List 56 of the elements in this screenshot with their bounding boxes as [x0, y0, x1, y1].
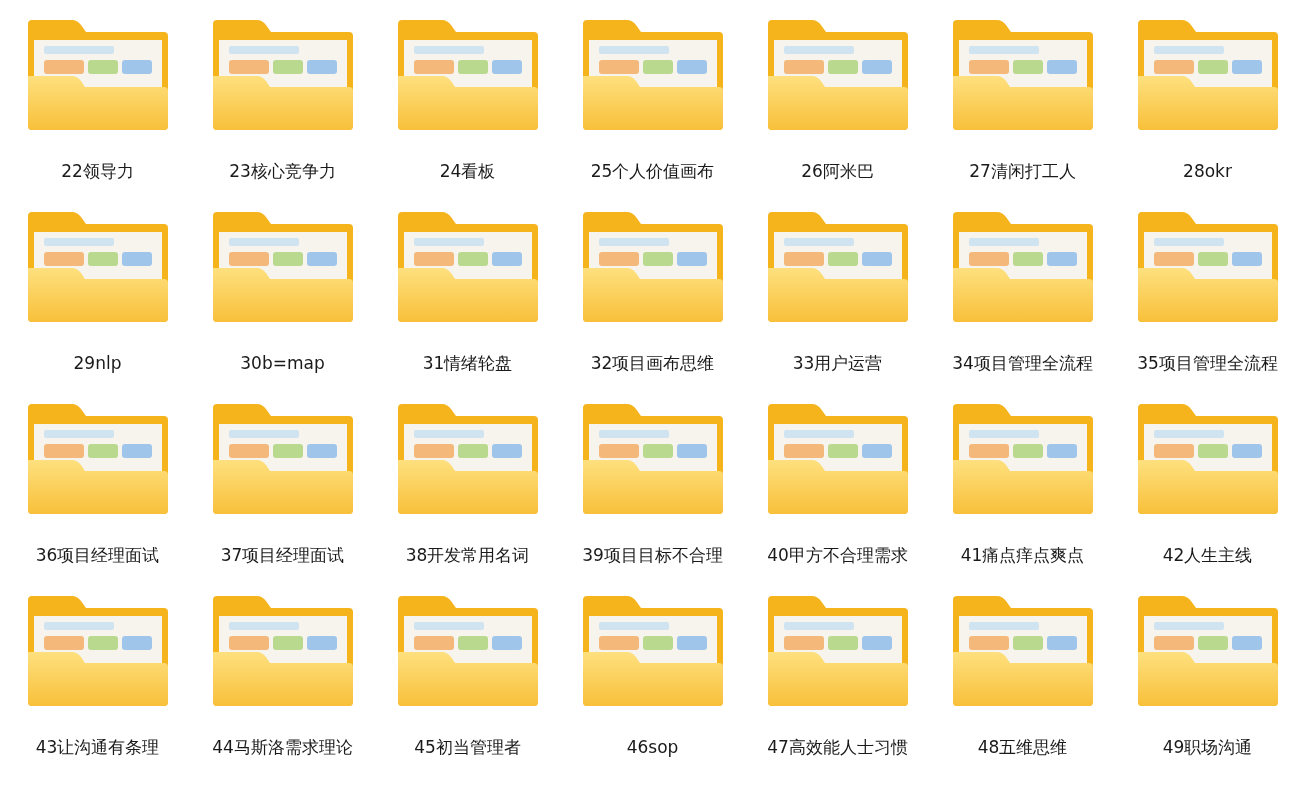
folder-name[interactable]: 32项目画布思维 [590, 352, 715, 374]
folder-icon[interactable] [397, 404, 538, 516]
folder-icon[interactable] [767, 404, 908, 516]
folder-name[interactable]: 42人生主线 [1162, 544, 1253, 566]
folder-icon[interactable] [27, 20, 168, 132]
folder-icon[interactable] [582, 212, 723, 324]
folder-name[interactable]: 36项目经理面试 [35, 544, 160, 566]
folder-name[interactable]: 46sop [626, 736, 679, 758]
folder-name[interactable]: 33用户运营 [792, 352, 883, 374]
folder-name[interactable]: 28okr [1183, 160, 1232, 182]
folder-name[interactable]: 41痛点痒点爽点 [960, 544, 1085, 566]
folder-name[interactable]: 24看板 [439, 160, 496, 182]
folder-name[interactable]: 37项目经理面试 [220, 544, 345, 566]
folder-icon[interactable] [212, 20, 353, 132]
folder-icon[interactable] [1137, 596, 1278, 708]
folder-name[interactable]: 45初当管理者 [414, 736, 521, 758]
folder-icon[interactable] [27, 596, 168, 708]
folder-name[interactable]: 49职场沟通 [1162, 736, 1253, 758]
folder-icon[interactable] [397, 212, 538, 324]
folder-name[interactable]: 44马斯洛需求理论 [212, 736, 353, 758]
folder-icon[interactable] [212, 596, 353, 708]
folder-icon[interactable] [952, 404, 1093, 516]
folder-icon[interactable] [952, 596, 1093, 708]
folder-icon[interactable] [1137, 212, 1278, 324]
folder-name[interactable]: 43让沟通有条理 [35, 736, 160, 758]
folder-icon[interactable] [212, 212, 353, 324]
folder-name[interactable]: 29nlp [73, 352, 122, 374]
folder-name[interactable]: 25个人价值画布 [590, 160, 715, 182]
folder-icon[interactable] [952, 212, 1093, 324]
folder-name[interactable]: 35项目管理全流程 [1137, 352, 1278, 374]
folder-name[interactable]: 34项目管理全流程 [952, 352, 1093, 374]
folder-icon[interactable] [767, 596, 908, 708]
folder-icon[interactable] [582, 404, 723, 516]
folder-icon[interactable] [767, 212, 908, 324]
folder-icon[interactable] [27, 404, 168, 516]
folder-icon[interactable] [397, 596, 538, 708]
folder-icon[interactable] [767, 20, 908, 132]
folder-name[interactable]: 22领导力 [61, 160, 134, 182]
folder-name[interactable]: 40甲方不合理需求 [767, 544, 908, 566]
folder-name[interactable]: 48五维思维 [977, 736, 1068, 758]
folder-name[interactable]: 30b=map [240, 352, 325, 374]
folder-name[interactable]: 23核心竞争力 [229, 160, 336, 182]
folder-name[interactable]: 38开发常用名词 [405, 544, 530, 566]
folder-name[interactable]: 39项目目标不合理 [582, 544, 723, 566]
folder-icon[interactable] [1137, 404, 1278, 516]
folder-icon[interactable] [27, 212, 168, 324]
folder-icon[interactable] [582, 20, 723, 132]
folder-name[interactable]: 47高效能人士习惯 [767, 736, 908, 758]
folder-icon[interactable] [397, 20, 538, 132]
folder-name[interactable]: 26阿米巴 [801, 160, 874, 182]
folder-icon[interactable] [582, 596, 723, 708]
folder-name[interactable]: 27清闲打工人 [969, 160, 1076, 182]
folder-icon[interactable] [212, 404, 353, 516]
folder-icon[interactable] [1137, 20, 1278, 132]
folder-icon[interactable] [952, 20, 1093, 132]
folder-name[interactable]: 31情绪轮盘 [422, 352, 513, 374]
